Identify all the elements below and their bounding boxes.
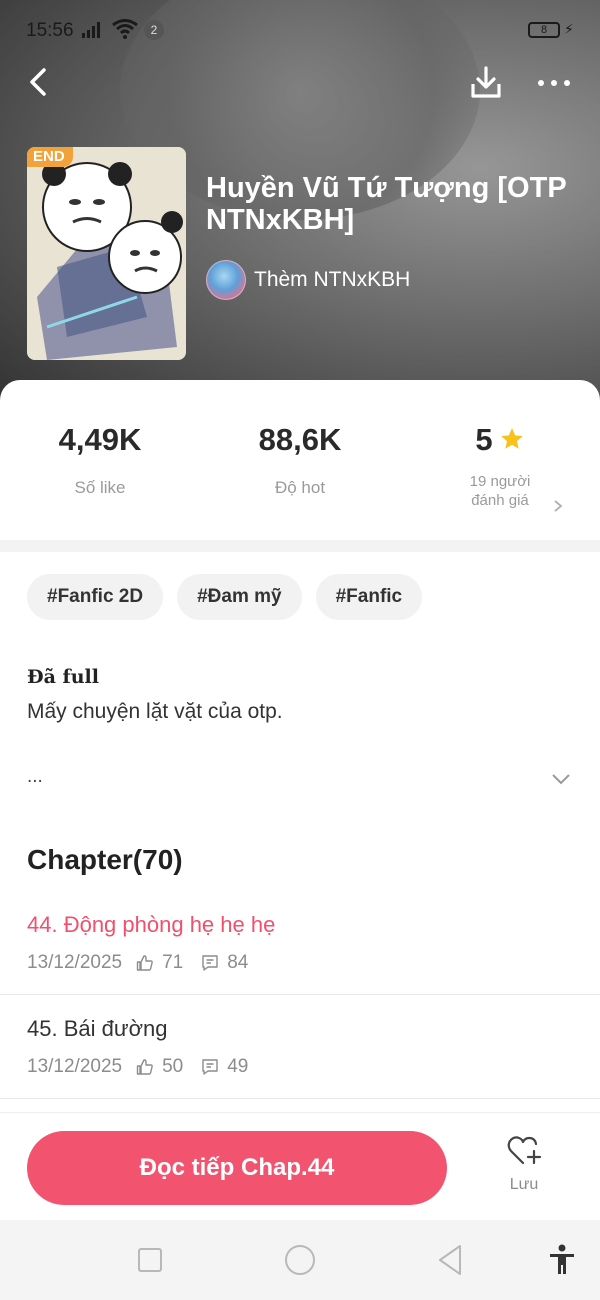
accessibility-button[interactable]	[542, 1240, 582, 1280]
battery-icon: 8	[528, 22, 560, 38]
chapter-comments: 49	[227, 1056, 249, 1077]
accessibility-icon	[550, 1244, 574, 1274]
chapter-title: 45. Bái đường	[27, 1016, 168, 1041]
signal-icon	[82, 22, 100, 38]
rating-stat[interactable]: 5 19 người đánh giá	[400, 420, 600, 510]
rating-value: 5	[475, 422, 493, 457]
author-avatar	[206, 260, 246, 300]
triangle-back-icon	[439, 1245, 461, 1275]
wifi-icon	[112, 19, 138, 39]
bottom-action-bar: Đọc tiếp Chap.44 Lưu	[0, 1112, 600, 1220]
story-title: Huyền Vũ Tứ Tượng [OTP NTNxKBH]	[206, 172, 567, 236]
back-button[interactable]	[22, 62, 58, 102]
more-dots-icon	[538, 80, 544, 86]
status-time: 15:56	[26, 20, 74, 41]
save-button[interactable]: Lưu	[492, 1135, 556, 1205]
tag-chip[interactable]: #Fanfic	[315, 574, 423, 620]
divider	[0, 994, 600, 995]
chapter-comments: 84	[227, 952, 249, 973]
save-label: Lưu	[509, 1176, 539, 1193]
thumbs-up-icon	[136, 1058, 154, 1076]
chapter-likes: 50	[162, 1056, 184, 1077]
star-icon	[500, 428, 523, 449]
chapter-title: 44. Động phòng hẹ hẹ hẹ	[27, 912, 276, 937]
notification-count-badge: 2	[144, 20, 164, 40]
square-icon	[138, 1248, 162, 1272]
download-button[interactable]	[466, 62, 506, 102]
divider	[0, 1098, 600, 1099]
chapter-item[interactable]: 45. Bái đường 13/12/2025 50 49	[0, 1016, 600, 1120]
chapter-list-heading: Chapter(70)	[27, 844, 183, 875]
story-cover-image[interactable]: END	[27, 147, 186, 360]
home-button[interactable]	[280, 1240, 320, 1280]
hot-stat: 88,6K Độ hot	[200, 420, 400, 498]
comment-icon	[201, 1058, 219, 1076]
tag-chip[interactable]: #Đam mỹ	[177, 574, 302, 620]
chevron-right-icon[interactable]	[550, 498, 566, 514]
likes-value: 4,49K	[58, 422, 142, 457]
expand-description-chevron-down-icon[interactable]	[550, 772, 572, 786]
hot-label: Độ hot	[274, 478, 326, 497]
likes-label: Số like	[74, 478, 126, 497]
download-icon	[471, 66, 501, 98]
system-navigation-bar	[0, 1220, 600, 1300]
story-detail-sheet: 4,49K Số like 88,6K Độ hot 5 19 người đá…	[0, 380, 600, 1220]
rating-label-line1: 19 người	[469, 473, 531, 490]
section-divider	[0, 540, 600, 552]
description-more: ...	[27, 766, 43, 787]
end-badge: END	[27, 147, 73, 167]
tag-chip[interactable]: #Fanfic 2D	[27, 574, 164, 620]
story-description: Mấy chuyện lặt vặt của otp.	[27, 700, 283, 723]
rating-label-line2: đánh giá	[471, 492, 529, 509]
stats-row: 4,49K Số like 88,6K Độ hot 5 19 người đá…	[0, 420, 600, 530]
likes-stat: 4,49K Số like	[0, 420, 200, 498]
more-options-button[interactable]	[534, 70, 574, 96]
cover-illustration	[27, 147, 186, 360]
comment-icon	[201, 954, 219, 972]
chapter-likes: 71	[162, 952, 184, 973]
tag-list: #Fanfic 2D #Đam mỹ #Fanfic	[27, 574, 423, 620]
chevron-left-icon	[30, 68, 46, 96]
system-back-button[interactable]	[430, 1240, 470, 1280]
continue-reading-button[interactable]: Đọc tiếp Chap.44	[27, 1131, 447, 1205]
heart-plus-icon	[507, 1136, 542, 1165]
author-name: Thèm NTNxKBH	[254, 268, 411, 291]
chapter-date: 13/12/2025	[27, 1056, 123, 1077]
chapter-date: 13/12/2025	[27, 952, 123, 973]
circle-icon	[285, 1245, 315, 1275]
thumbs-up-icon	[136, 954, 154, 972]
story-header: 15:56 2 8 ⚡ END Huyền Vũ Tứ Tượng [OTP N…	[0, 0, 600, 420]
chapter-item[interactable]: 44. Động phòng hẹ hẹ hẹ 13/12/2025 71 84	[0, 912, 600, 1016]
recent-apps-button[interactable]	[130, 1240, 170, 1280]
hot-value: 88,6K	[258, 422, 342, 457]
status-bar: 15:56 2 8 ⚡	[0, 0, 600, 60]
charging-icon: ⚡	[564, 21, 574, 37]
completion-status: Đã full	[27, 666, 99, 688]
author-link[interactable]: Thèm NTNxKBH	[206, 260, 410, 300]
